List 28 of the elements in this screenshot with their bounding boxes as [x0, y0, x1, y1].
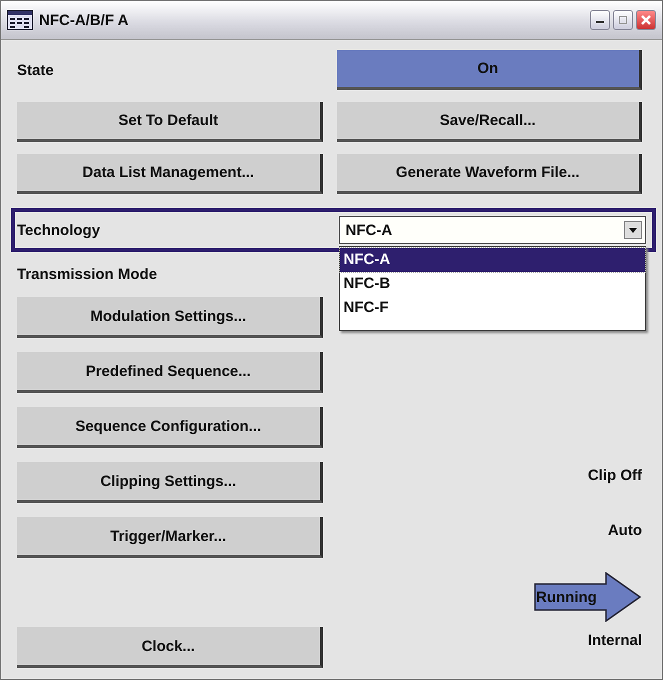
technology-dropdown[interactable]: NFC-A [338, 216, 646, 244]
settings-button[interactable]: Predefined Sequence... [17, 352, 322, 393]
transmission-mode-label: Transmission Mode [17, 266, 158, 283]
settings-button[interactable]: Modulation Settings... [17, 297, 322, 338]
dialog-button[interactable]: Generate Waveform File... [336, 154, 642, 194]
settings-button[interactable]: Trigger/Marker... [17, 517, 322, 558]
dialog-button[interactable]: Data List Management... [17, 154, 322, 194]
dropdown-option[interactable]: NFC-A [340, 248, 645, 272]
dropdown-option[interactable]: NFC-B [340, 272, 645, 296]
settings-button[interactable]: Clipping Settings... [17, 462, 322, 503]
state-toggle[interactable]: On [336, 50, 642, 90]
status-text: Auto [608, 522, 642, 539]
status-text: Internal [588, 632, 642, 649]
dialog-button[interactable]: Set To Default [17, 102, 322, 142]
settings-button[interactable]: Sequence Configuration... [17, 407, 322, 448]
technology-label: Technology [17, 222, 102, 238]
state-label: State [17, 62, 55, 78]
window-icon [7, 10, 33, 30]
status-text: Clip Off [588, 467, 642, 484]
close-button[interactable] [636, 10, 656, 30]
settings-button[interactable]: Clock... [17, 627, 322, 668]
close-icon [641, 15, 651, 25]
dropdown-option[interactable]: NFC-F [340, 296, 645, 320]
dialog-button[interactable]: Save/Recall... [336, 102, 642, 142]
maximize-icon [618, 15, 628, 25]
running-arrow: Running [534, 572, 642, 622]
minimize-button[interactable] [590, 10, 610, 30]
window-title: NFC-A/B/F A [39, 12, 128, 28]
